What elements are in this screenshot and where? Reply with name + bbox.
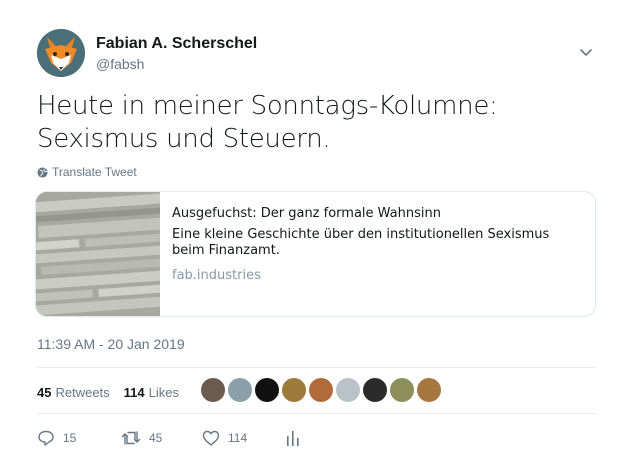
- divider: [37, 367, 596, 368]
- likes-stat[interactable]: 114 Likes: [124, 385, 193, 400]
- tweet-stats: 45 Retweets 114 Likes: [37, 380, 193, 404]
- liker-avatar[interactable]: [336, 378, 360, 402]
- analytics-icon: [287, 431, 299, 446]
- liker-avatar[interactable]: [228, 378, 252, 402]
- card-description: Eine kleine Geschichte über den institut…: [172, 227, 550, 258]
- retweets-count: 45: [37, 384, 52, 400]
- tweet-actions: 15 45 114: [37, 428, 300, 448]
- like-button[interactable]: 114: [202, 429, 286, 447]
- author-name[interactable]: Fabian A. Scherschel: [96, 35, 257, 53]
- tweet-container: Fabian A. Scherschel @fabsh Heute in mei…: [0, 0, 632, 471]
- liker-avatar[interactable]: [309, 378, 333, 402]
- likes-count: 114: [123, 384, 145, 400]
- retweet-icon: [121, 431, 141, 445]
- link-preview-card[interactable]: Ausgefuchst: Der ganz formale Wahnsinn E…: [35, 191, 596, 317]
- like-count: 114: [228, 431, 248, 445]
- card-domain: fab.industries: [172, 268, 261, 283]
- retweets-stat[interactable]: 45 Retweets: [37, 385, 124, 400]
- likes-label: Likes: [148, 384, 180, 400]
- card-body: Ausgefuchst: Der ganz formale Wahnsinn E…: [172, 206, 572, 283]
- reply-count: 15: [63, 431, 77, 445]
- author-handle[interactable]: @fabsh: [96, 56, 144, 72]
- retweet-button[interactable]: 45: [121, 429, 202, 447]
- card-thumbnail: [36, 192, 160, 316]
- tweet-timestamp[interactable]: 11:39 AM - 20 Jan 2019: [37, 336, 185, 352]
- tweet-text: Heute in meiner Sonntags-Kolumne: Sexism…: [37, 91, 498, 154]
- card-title: Ausgefuchst: Der ganz formale Wahnsinn: [172, 206, 441, 221]
- liker-avatar[interactable]: [390, 378, 414, 402]
- fox-avatar-icon: [37, 29, 85, 77]
- tax-form-image: [36, 192, 160, 316]
- liker-avatar[interactable]: [417, 378, 441, 402]
- liker-avatar[interactable]: [363, 378, 387, 402]
- liker-avatar[interactable]: [201, 378, 225, 402]
- translate-tweet-label: Translate Tweet: [52, 165, 137, 179]
- translate-tweet-link[interactable]: Translate Tweet: [37, 165, 137, 179]
- liker-avatar[interactable]: [282, 378, 306, 402]
- reply-icon: [38, 430, 54, 446]
- globe-icon: [37, 166, 48, 178]
- heart-icon: [202, 430, 220, 446]
- author-avatar[interactable]: [37, 29, 85, 77]
- reply-button[interactable]: 15: [37, 429, 121, 447]
- retweets-label: Retweets: [55, 384, 110, 400]
- liker-avatar[interactable]: [255, 378, 279, 402]
- divider: [37, 413, 596, 414]
- liker-avatars: [201, 378, 441, 402]
- retweet-count: 45: [149, 431, 163, 445]
- chevron-down-icon[interactable]: [578, 44, 594, 60]
- analytics-button[interactable]: [286, 429, 300, 447]
